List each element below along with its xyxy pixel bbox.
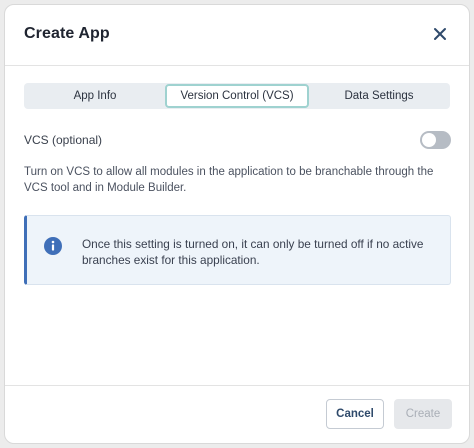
dialog-header: Create App <box>5 5 469 66</box>
tab-version-control[interactable]: Version Control (VCS) <box>165 84 309 108</box>
close-icon[interactable] <box>430 24 450 44</box>
vcs-toggle[interactable] <box>420 131 451 149</box>
tab-app-info[interactable]: App Info <box>25 84 165 108</box>
vcs-description: Turn on VCS to allow all modules in the … <box>24 166 434 194</box>
tab-bar: App Info Version Control (VCS) Data Sett… <box>24 83 450 109</box>
dialog-title: Create App <box>24 25 110 42</box>
toggle-knob <box>422 133 436 147</box>
create-button[interactable]: Create <box>394 399 452 429</box>
info-banner: Once this setting is turned on, it can o… <box>24 215 451 285</box>
info-icon <box>44 237 62 255</box>
cancel-button[interactable]: Cancel <box>326 399 384 429</box>
tab-data-settings[interactable]: Data Settings <box>309 84 449 108</box>
create-app-dialog: Create App App Info Version Control (VCS… <box>4 4 470 444</box>
dialog-footer: Cancel Create <box>5 385 469 443</box>
info-text: Once this setting is turned on, it can o… <box>82 237 424 267</box>
vcs-label: VCS (optional) <box>24 133 103 147</box>
